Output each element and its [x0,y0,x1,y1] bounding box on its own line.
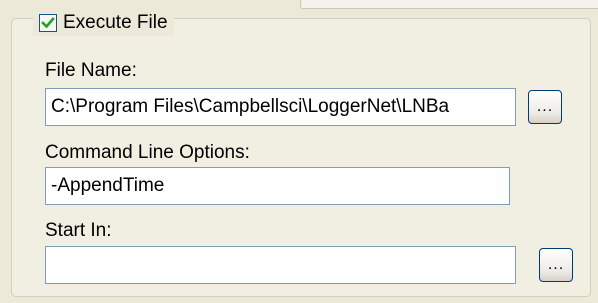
command-line-options-label: Command Line Options: [45,142,250,163]
start-in-label: Start In: [45,220,112,241]
file-name-label: File Name: [45,60,137,81]
start-in-input[interactable] [45,246,516,284]
check-mark-icon [41,17,55,29]
command-line-options-input[interactable]: -AppendTime [45,167,510,205]
execute-file-checkbox[interactable] [39,14,57,32]
file-name-input[interactable]: C:\Program Files\Campbellsci\LoggerNet\L… [45,88,516,126]
adjacent-panel-edge [300,0,598,9]
execute-file-legend: Execute File [33,10,174,36]
file-name-browse-button[interactable]: ... [528,90,562,124]
start-in-browse-button[interactable]: ... [539,248,573,282]
execute-file-label[interactable]: Execute File [63,12,168,34]
